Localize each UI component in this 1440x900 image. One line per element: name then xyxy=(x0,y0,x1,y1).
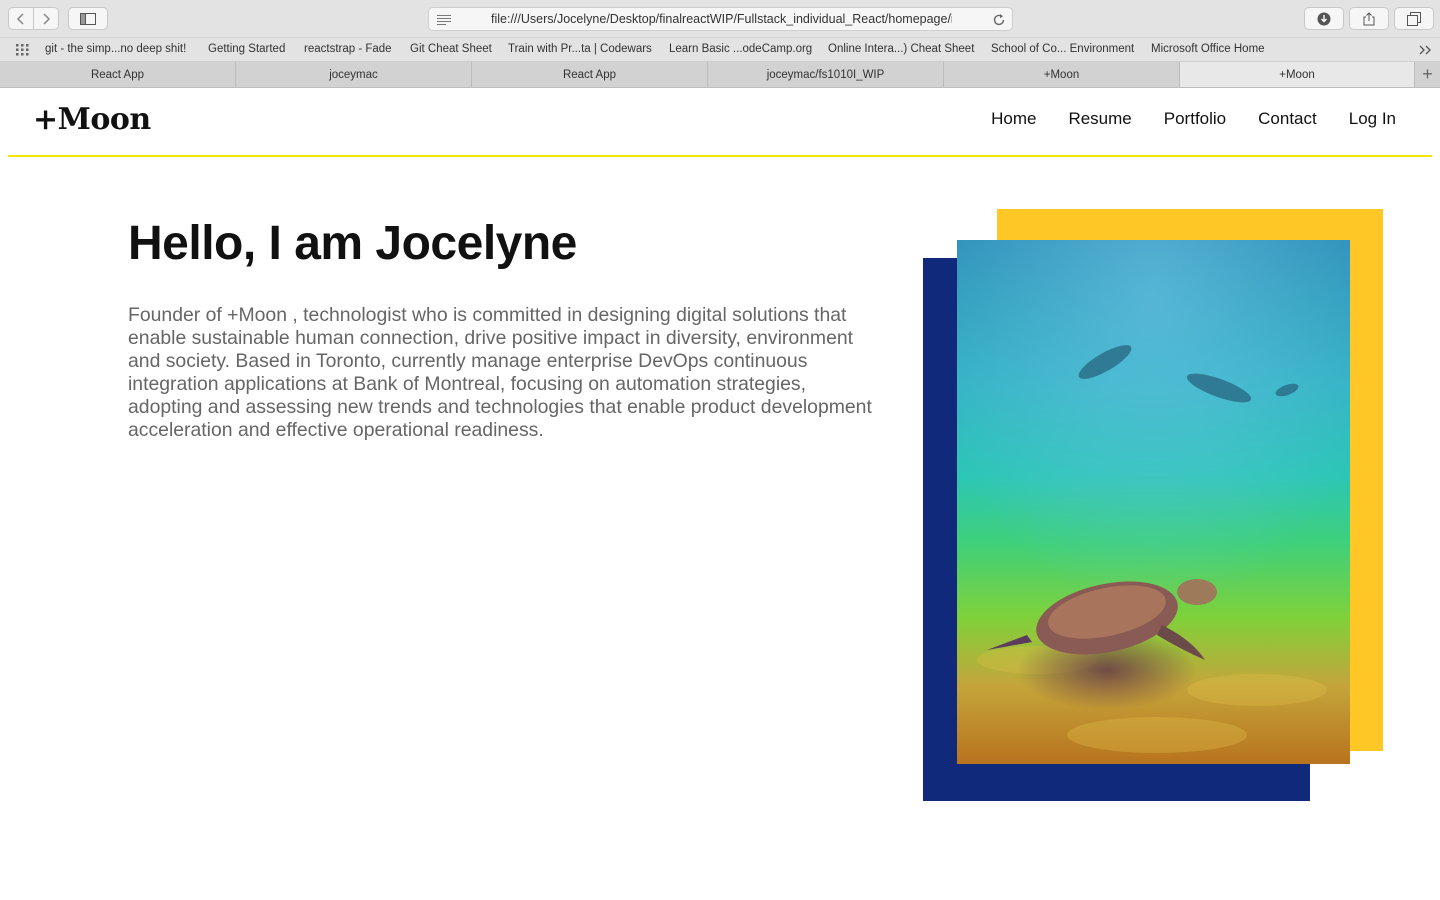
tabs-icon xyxy=(1407,11,1421,26)
sidebar-button[interactable] xyxy=(68,7,108,30)
forward-icon xyxy=(43,12,51,25)
sea-turtle-photo xyxy=(957,240,1350,764)
hero-description: Founder of +Moon , technologist who is c… xyxy=(128,304,872,441)
nav-resume[interactable]: Resume xyxy=(1068,109,1131,129)
nav-login[interactable]: Log In xyxy=(1349,109,1396,129)
browser-tab-active[interactable]: +Moon xyxy=(1180,62,1415,87)
browser-tab[interactable]: joceymac/fs1010I_WIP xyxy=(708,62,944,87)
nav-contact[interactable]: Contact xyxy=(1258,109,1317,129)
hero-title: Hello, I am Jocelyne xyxy=(128,217,577,270)
back-button[interactable] xyxy=(8,7,34,30)
nav-portfolio[interactable]: Portfolio xyxy=(1164,109,1226,129)
tab-overview-button[interactable] xyxy=(1394,7,1434,30)
site-nav: Home Resume Portfolio Contact Log In xyxy=(991,109,1396,129)
nav-home[interactable]: Home xyxy=(991,109,1036,129)
bookmark-item[interactable]: Getting Started xyxy=(208,43,285,55)
underwater-image xyxy=(957,240,1350,764)
share-icon xyxy=(1363,11,1375,25)
site-logo[interactable]: +Moon xyxy=(33,102,151,137)
address-bar[interactable]: file:///Users/Jocelyne/Desktop/finalreac… xyxy=(428,7,1013,31)
download-icon xyxy=(1317,12,1331,25)
new-tab-button[interactable]: + xyxy=(1415,62,1440,87)
browser-tab[interactable]: React App xyxy=(0,62,236,87)
grid-icon[interactable] xyxy=(16,44,30,56)
bookmarks-bar: git - the simp...no deep shit! Getting S… xyxy=(0,38,1440,62)
bookmark-item[interactable]: Learn Basic ...odeCamp.org xyxy=(669,43,812,55)
tab-bar: React App joceymac React App joceymac/fs… xyxy=(0,62,1440,88)
browser-tab[interactable]: React App xyxy=(472,62,708,87)
share-button[interactable] xyxy=(1349,7,1389,30)
reader-icon[interactable] xyxy=(437,14,451,25)
bookmark-item[interactable]: School of Co... Environment xyxy=(991,43,1134,55)
forward-button[interactable] xyxy=(33,7,59,30)
bookmark-item[interactable]: Microsoft Office Home xyxy=(1151,43,1265,55)
downloads-button[interactable] xyxy=(1304,7,1344,30)
bookmark-item[interactable]: git - the simp...no deep shit! xyxy=(45,43,186,55)
hero-image-group xyxy=(920,208,1390,808)
url-text: file:///Users/Jocelyne/Desktop/finalreac… xyxy=(491,12,952,26)
browser-tab[interactable]: joceymac xyxy=(236,62,472,87)
new-tab-icon: + xyxy=(1422,64,1433,84)
browser-toolbar: file:///Users/Jocelyne/Desktop/finalreac… xyxy=(0,0,1440,38)
bookmark-item[interactable]: reactstrap - Fade xyxy=(304,43,392,55)
sidebar-icon xyxy=(80,12,96,25)
bookmark-item[interactable]: Train with Pr...ta | Codewars xyxy=(508,43,652,55)
bookmark-item[interactable]: Online Intera...) Cheat Sheet xyxy=(828,43,974,55)
reload-icon[interactable] xyxy=(992,13,1006,27)
bookmark-item[interactable]: Git Cheat Sheet xyxy=(410,43,492,55)
overflow-icon[interactable] xyxy=(1419,45,1432,55)
browser-tab[interactable]: +Moon xyxy=(944,62,1180,87)
web-page: +Moon Home Resume Portfolio Contact Log … xyxy=(0,88,1440,900)
back-icon xyxy=(16,12,24,25)
header-divider xyxy=(8,155,1432,157)
